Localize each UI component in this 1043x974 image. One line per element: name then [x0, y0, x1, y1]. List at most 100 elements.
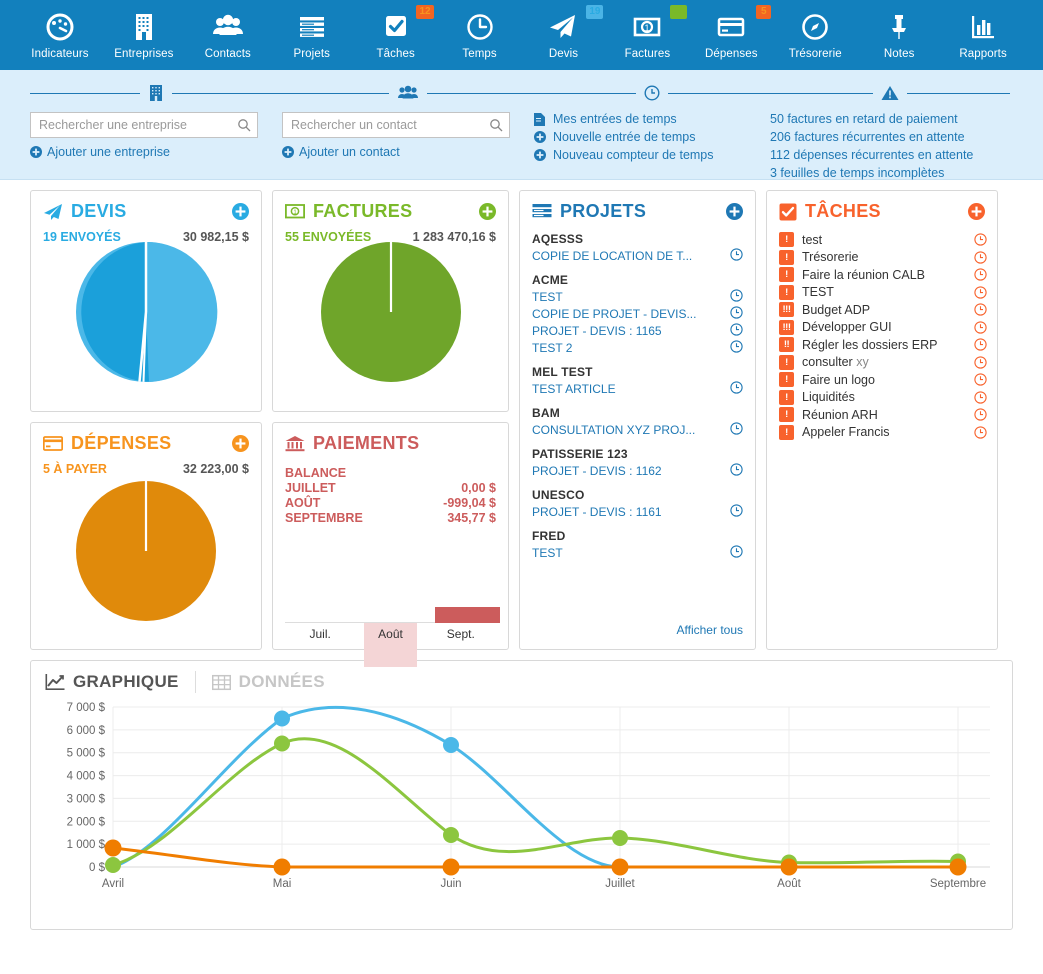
- clock-icon[interactable]: [974, 285, 987, 299]
- project-row[interactable]: PROJET - DEVIS : 1162: [532, 463, 743, 479]
- search-input[interactable]: [283, 113, 509, 137]
- alert-item[interactable]: 206 factures récurrentes en attente: [770, 130, 1010, 144]
- clock-icon[interactable]: [974, 408, 987, 421]
- clock-icon[interactable]: [974, 425, 987, 439]
- shortcut-time-header: [534, 82, 770, 104]
- nav-item-rapports[interactable]: Rapports: [941, 8, 1025, 60]
- nav-item-taches[interactable]: 12 Tâches: [354, 5, 438, 60]
- add-facture-button[interactable]: [479, 203, 496, 220]
- shortcut-contact: Ajouter un contact: [282, 82, 534, 179]
- task-row[interactable]: !!! Budget ADP: [779, 302, 987, 317]
- search-input[interactable]: [31, 113, 257, 137]
- time-link-new-timer[interactable]: Nouveau compteur de temps: [534, 148, 770, 162]
- clock-icon[interactable]: [730, 381, 743, 397]
- divider: [282, 92, 389, 94]
- contact-search-box[interactable]: [282, 112, 510, 138]
- task-row[interactable]: ! Appeler Francis: [779, 424, 987, 440]
- add-company-link[interactable]: Ajouter une entreprise: [30, 145, 282, 159]
- project-row[interactable]: PROJET - DEVIS : 1161: [532, 504, 743, 520]
- alert-item[interactable]: 3 feuilles de temps incomplètes: [770, 166, 1010, 180]
- nav-item-temps[interactable]: Temps: [438, 8, 522, 60]
- card-title: PROJETS: [560, 201, 647, 221]
- alert-item[interactable]: 50 factures en retard de paiement: [770, 112, 1010, 126]
- nav-badge: 12: [416, 5, 434, 19]
- shortcut-contact-header: [282, 82, 534, 104]
- task-row[interactable]: ! test: [779, 232, 987, 247]
- nav-item-indicateurs[interactable]: Indicateurs: [18, 8, 102, 60]
- shortcut-alerts-header: [770, 82, 1010, 104]
- nav-item-projets[interactable]: Projets: [270, 8, 354, 60]
- task-row[interactable]: ! Trésorerie: [779, 249, 987, 265]
- time-link-new-entry[interactable]: Nouvelle entrée de temps: [534, 130, 770, 144]
- x-tick-label: Septembre: [930, 878, 986, 890]
- people-icon: [397, 85, 419, 101]
- project-row[interactable]: CONSULTATION XYZ PROJ...: [532, 422, 743, 438]
- add-devis-button[interactable]: [232, 203, 249, 220]
- clock-icon[interactable]: [974, 355, 987, 369]
- project-row[interactable]: COPIE DE PROJET - DEVIS...: [532, 306, 743, 322]
- clock-icon[interactable]: [730, 306, 743, 322]
- project-name: PROJET - DEVIS : 1161: [532, 505, 662, 519]
- add-tache-button[interactable]: [968, 203, 985, 220]
- nav-item-depenses[interactable]: 5 Dépenses: [689, 5, 773, 60]
- clock-icon[interactable]: [730, 340, 743, 356]
- project-row[interactable]: TEST ARTICLE: [532, 381, 743, 397]
- project-row[interactable]: TEST: [532, 289, 743, 305]
- clock-icon[interactable]: [730, 422, 743, 438]
- priority-badge: !: [779, 407, 794, 422]
- company-search-box[interactable]: [30, 112, 258, 138]
- shortcut-time: Mes entrées de temps Nouvelle entrée de …: [534, 82, 770, 179]
- projets-footer: Afficher tous: [520, 615, 755, 649]
- clock-icon[interactable]: [730, 463, 743, 479]
- nav-item-tresorerie[interactable]: Trésorerie: [773, 8, 857, 60]
- nav-item-notes[interactable]: Notes: [857, 8, 941, 60]
- company-name: BAM: [532, 406, 560, 420]
- clock-icon[interactable]: [974, 303, 987, 316]
- clock-icon[interactable]: [730, 248, 743, 264]
- task-row[interactable]: !! Régler les dossiers ERP: [779, 337, 987, 352]
- project-row[interactable]: TEST 2: [532, 340, 743, 356]
- tab-graphique[interactable]: GRAPHIQUE: [45, 672, 179, 692]
- task-row[interactable]: ! consulter xy: [779, 354, 987, 370]
- chart-panel: GRAPHIQUE DONNÉES 7 000 $ 6 000 $ 5 000 …: [30, 660, 1013, 930]
- paiements-label: SEPTEMBRE: [285, 511, 363, 525]
- clock-icon: [644, 85, 660, 101]
- task-row[interactable]: ! Faire la réunion CALB: [779, 267, 987, 282]
- clock-icon[interactable]: [730, 504, 743, 520]
- time-links: Mes entrées de temps Nouvelle entrée de …: [534, 112, 770, 162]
- tab-donnees[interactable]: DONNÉES: [211, 672, 325, 692]
- project-row[interactable]: COPIE DE LOCATION DE T...: [532, 248, 743, 264]
- task-row[interactable]: ! Réunion ARH: [779, 407, 987, 422]
- company-name: FRED: [532, 529, 566, 543]
- project-row[interactable]: TEST: [532, 545, 743, 561]
- clock-icon[interactable]: [974, 268, 987, 281]
- add-depense-button[interactable]: [232, 435, 249, 452]
- clock-icon[interactable]: [974, 390, 987, 404]
- task-row[interactable]: !!! Développer GUI: [779, 319, 987, 335]
- clock-icon[interactable]: [974, 250, 987, 264]
- clock-icon[interactable]: [730, 323, 743, 339]
- projet-group: BAM CONSULTATION XYZ PROJ...: [532, 406, 743, 438]
- project-row[interactable]: PROJET - DEVIS : 1165: [532, 323, 743, 339]
- bar-aout: [355, 526, 425, 667]
- nav-item-contacts[interactable]: Contacts: [186, 8, 270, 60]
- clock-icon[interactable]: [974, 320, 987, 334]
- clock-icon[interactable]: [974, 373, 987, 386]
- plus-circle-icon: [534, 131, 547, 143]
- nav-item-factures[interactable]: 1 55 Factures: [605, 5, 689, 60]
- nav-item-entreprises[interactable]: Entreprises: [102, 8, 186, 60]
- clock-icon[interactable]: [730, 545, 743, 561]
- task-row[interactable]: ! Liquidités: [779, 389, 987, 405]
- clock-icon[interactable]: [974, 233, 987, 246]
- add-projet-button[interactable]: [726, 203, 743, 220]
- clock-icon[interactable]: [974, 338, 987, 351]
- nav-item-devis[interactable]: 19 Devis: [522, 5, 606, 60]
- task-row[interactable]: ! TEST: [779, 284, 987, 300]
- board-column-2: 1 FACTURES 55 ENVOYÉES 1 283 470,16 $ PA…: [272, 190, 509, 667]
- time-link-entries[interactable]: Mes entrées de temps: [534, 112, 770, 126]
- alert-item[interactable]: 112 dépenses récurrentes en attente: [770, 148, 1010, 162]
- show-all-projects-link[interactable]: Afficher tous: [677, 623, 743, 637]
- task-row[interactable]: ! Faire un logo: [779, 372, 987, 387]
- clock-icon[interactable]: [730, 289, 743, 305]
- add-contact-link[interactable]: Ajouter un contact: [282, 145, 534, 159]
